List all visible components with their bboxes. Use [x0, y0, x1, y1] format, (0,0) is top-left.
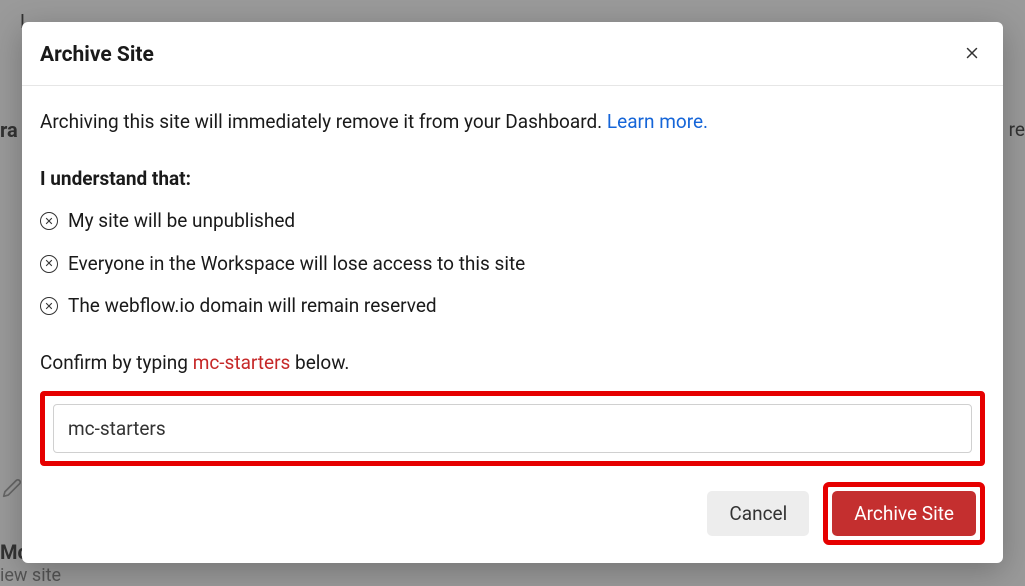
list-item: ✕ The webflow.io domain will remain rese…: [40, 292, 985, 321]
backdrop-fragment: ra: [0, 118, 18, 142]
modal-body: Archiving this site will immediately rem…: [22, 86, 1003, 563]
close-button[interactable]: [959, 40, 985, 69]
site-name-highlight: mc-starters: [193, 351, 291, 374]
archive-site-button[interactable]: Archive Site: [832, 491, 976, 536]
input-highlight-box: [40, 391, 985, 466]
list-item-label: Everyone in the Workspace will lose acce…: [68, 250, 525, 279]
archive-site-modal: Archive Site Archiving this site will im…: [22, 22, 1003, 563]
backdrop-fragment: iew site: [0, 565, 61, 586]
confirm-suffix: below.: [290, 351, 349, 374]
confirm-input[interactable]: [53, 404, 972, 453]
list-item: ✕ Everyone in the Workspace will lose ac…: [40, 250, 985, 279]
modal-title: Archive Site: [40, 43, 154, 67]
list-item-label: The webflow.io domain will remain reserv…: [68, 292, 437, 321]
circle-x-icon: ✕: [40, 297, 58, 315]
consequence-list: ✕ My site will be unpublished ✕ Everyone…: [40, 207, 985, 321]
list-item: ✕ My site will be unpublished: [40, 207, 985, 236]
intro-text: Archiving this site will immediately rem…: [40, 108, 985, 137]
circle-x-icon: ✕: [40, 255, 58, 273]
backdrop-fragment: re: [1009, 118, 1025, 141]
circle-x-icon: ✕: [40, 212, 58, 230]
list-item-label: My site will be unpublished: [68, 207, 295, 236]
modal-footer: Cancel Archive Site: [40, 482, 985, 545]
primary-highlight-box: Archive Site: [823, 482, 985, 545]
understand-heading: I understand that:: [40, 165, 985, 194]
confirm-instruction: Confirm by typing mc-starters below.: [40, 349, 985, 378]
modal-header: Archive Site: [22, 22, 1003, 86]
intro-prefix: Archiving this site will immediately rem…: [40, 110, 607, 133]
confirm-prefix: Confirm by typing: [40, 351, 193, 374]
cancel-button[interactable]: Cancel: [707, 491, 809, 536]
edit-icon: [2, 478, 22, 502]
learn-more-link[interactable]: Learn more.: [607, 110, 708, 133]
close-icon: [963, 44, 981, 65]
